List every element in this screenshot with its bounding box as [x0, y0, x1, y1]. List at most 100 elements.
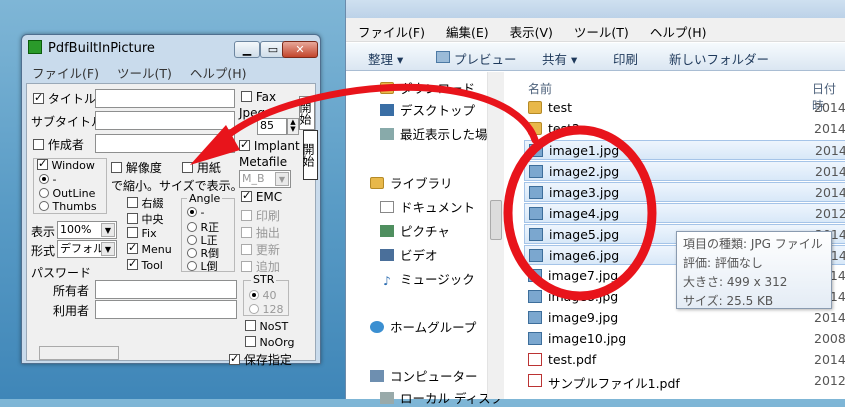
outline-radio[interactable] [39, 188, 49, 198]
noorg-checkbox[interactable] [245, 336, 256, 347]
file-row[interactable]: test2 2014/0 [524, 119, 845, 139]
start-tab-top[interactable]: 開始 [298, 96, 315, 130]
add-checkbox[interactable] [241, 261, 252, 272]
thumbs-radio[interactable] [39, 201, 49, 211]
implant-label: Implant [253, 139, 300, 153]
display-dropdown[interactable]: 100% ▼ [57, 221, 117, 239]
organize-button[interactable]: 整理 ▾ [368, 49, 403, 68]
nav-homegroup[interactable]: ホームグループ [370, 317, 476, 336]
file-row[interactable]: image3.jpg 2014/0 [524, 182, 845, 202]
extract-label: 抽出 [255, 226, 280, 240]
file-info-tooltip: 項目の種類: JPG ファイル 評価: 評価なし 大きさ: 499 x 312 … [676, 231, 832, 309]
str-40-radio[interactable] [249, 290, 259, 300]
explorer-toolbar: 整理 ▾ プレビュー 共有 ▾ 印刷 新しいフォルダー [346, 43, 845, 71]
save-setting-checkbox[interactable] [229, 352, 240, 365]
menu-edit[interactable]: 編集(E) [446, 22, 489, 41]
emc-label: EMC [255, 190, 283, 204]
print-checkbox[interactable] [241, 210, 252, 221]
title-checkbox[interactable] [33, 91, 44, 104]
angle-r-pos-radio[interactable] [187, 222, 197, 232]
close-button[interactable]: ✕ [282, 41, 318, 58]
file-row[interactable]: image4.jpg 2012/1 [524, 203, 845, 223]
menu-tools[interactable]: ツール(T) [574, 22, 629, 41]
menu-help[interactable]: ヘルプ(H) [190, 63, 247, 82]
local-disk-icon [380, 392, 394, 404]
file-row[interactable]: image2.jpg 2014/0 [524, 161, 845, 181]
nost-checkbox[interactable] [245, 320, 256, 331]
nav-desktop[interactable]: デスクトップ [380, 100, 475, 119]
angle-dash-radio[interactable] [187, 207, 197, 217]
menu-file[interactable]: ファイル(F) [32, 63, 99, 82]
center-checkbox[interactable] [127, 213, 138, 224]
nav-videos[interactable]: ビデオ [380, 245, 438, 264]
menu-tools[interactable]: ツール(T) [117, 63, 172, 82]
file-row[interactable]: image10.jpg 2008/0 [524, 329, 845, 349]
angle-dash-label: - [200, 206, 205, 219]
user-password-input[interactable] [95, 300, 237, 319]
str-label: STR [251, 273, 277, 286]
nav-music[interactable]: ♪ ミュージック [380, 269, 475, 288]
menu-file[interactable]: ファイル(F) [358, 22, 425, 41]
image-file-icon [528, 269, 542, 282]
metafile-dropdown[interactable]: M_B ▼ [239, 170, 291, 188]
extract-checkbox[interactable] [241, 227, 252, 238]
nav-recent[interactable]: 最近表示した場所 [380, 124, 500, 143]
display-label: 表示 [31, 225, 56, 239]
title-bar[interactable]: PdfBuiltInPicture ▁ ▭ ✕ [22, 35, 320, 63]
menu-checkbox[interactable] [127, 241, 138, 254]
nav-scrollbar[interactable] [487, 72, 504, 399]
menu-label: Menu [141, 243, 172, 256]
nav-scrollbar-thumb[interactable] [490, 200, 502, 240]
format-dropdown[interactable]: デフォルト ▼ [57, 240, 117, 258]
minimize-button[interactable]: ▁ [234, 41, 260, 58]
quality-input[interactable]: 85 [257, 118, 287, 135]
author-input[interactable] [95, 134, 235, 153]
owner-password-input[interactable] [95, 280, 237, 299]
nav-libraries[interactable]: ライブラリ [370, 173, 453, 192]
nav-downloads[interactable]: ダウンロード [380, 78, 475, 97]
menu-help[interactable]: ヘルプ(H) [650, 22, 707, 41]
nav-pictures[interactable]: ピクチャ [380, 221, 450, 240]
window-checkbox[interactable] [37, 157, 48, 170]
paper-checkbox[interactable] [182, 162, 193, 173]
tool-label: Tool [141, 259, 163, 272]
subtitle-input[interactable] [95, 111, 235, 130]
file-row[interactable]: サンプルファイル1.pdf 2012/1 [524, 371, 845, 391]
preview-button[interactable]: プレビュー [454, 49, 517, 68]
start-button[interactable]: 開始 [301, 130, 318, 180]
videos-icon [380, 249, 394, 261]
angle-r-inv-radio[interactable] [187, 248, 197, 258]
update-checkbox[interactable] [241, 244, 252, 255]
fax-checkbox[interactable] [241, 91, 252, 102]
window-label: Window [51, 159, 95, 172]
window-dash-radio[interactable] [39, 174, 49, 184]
file-date: 2012/1 [814, 373, 845, 388]
nav-documents[interactable]: ドキュメント [380, 197, 475, 216]
file-row[interactable]: image9.jpg 2014/0 [524, 308, 845, 328]
file-date: 2014/0 [814, 352, 845, 367]
implant-checkbox[interactable] [239, 138, 250, 151]
explorer-menubar: ファイル(F) 編集(E) 表示(V) ツール(T) ヘルプ(H) [346, 18, 845, 42]
author-checkbox[interactable] [33, 139, 44, 150]
fix-checkbox[interactable] [127, 227, 138, 238]
owner-label: 所有者 [53, 284, 90, 298]
center-label: 中央 [141, 213, 164, 226]
menu-view[interactable]: 表示(V) [510, 22, 553, 41]
title-input[interactable] [95, 89, 235, 108]
angle-l-pos-radio[interactable] [187, 235, 197, 245]
angle-l-inv-radio[interactable] [187, 261, 197, 271]
column-header-name[interactable]: 名前 [528, 80, 552, 97]
str-128-label: 128 [262, 303, 284, 316]
file-row[interactable]: image1.jpg 2014/0 [524, 140, 845, 160]
nav-local-disk[interactable]: ローカル ディスク [380, 388, 503, 407]
share-button[interactable]: 共有 ▾ [542, 49, 577, 68]
right-bind-checkbox[interactable] [127, 197, 138, 208]
new-folder-button[interactable]: 新しいフォルダー [669, 49, 769, 68]
tool-checkbox[interactable] [127, 257, 138, 270]
file-row[interactable]: test 2014/0 [524, 98, 845, 118]
print-button[interactable]: 印刷 [613, 49, 638, 68]
nav-computer[interactable]: コンピューター [370, 366, 478, 385]
file-row[interactable]: test.pdf 2014/0 [524, 350, 845, 370]
resolution-checkbox[interactable] [111, 162, 122, 173]
str-128-radio[interactable] [249, 304, 259, 314]
